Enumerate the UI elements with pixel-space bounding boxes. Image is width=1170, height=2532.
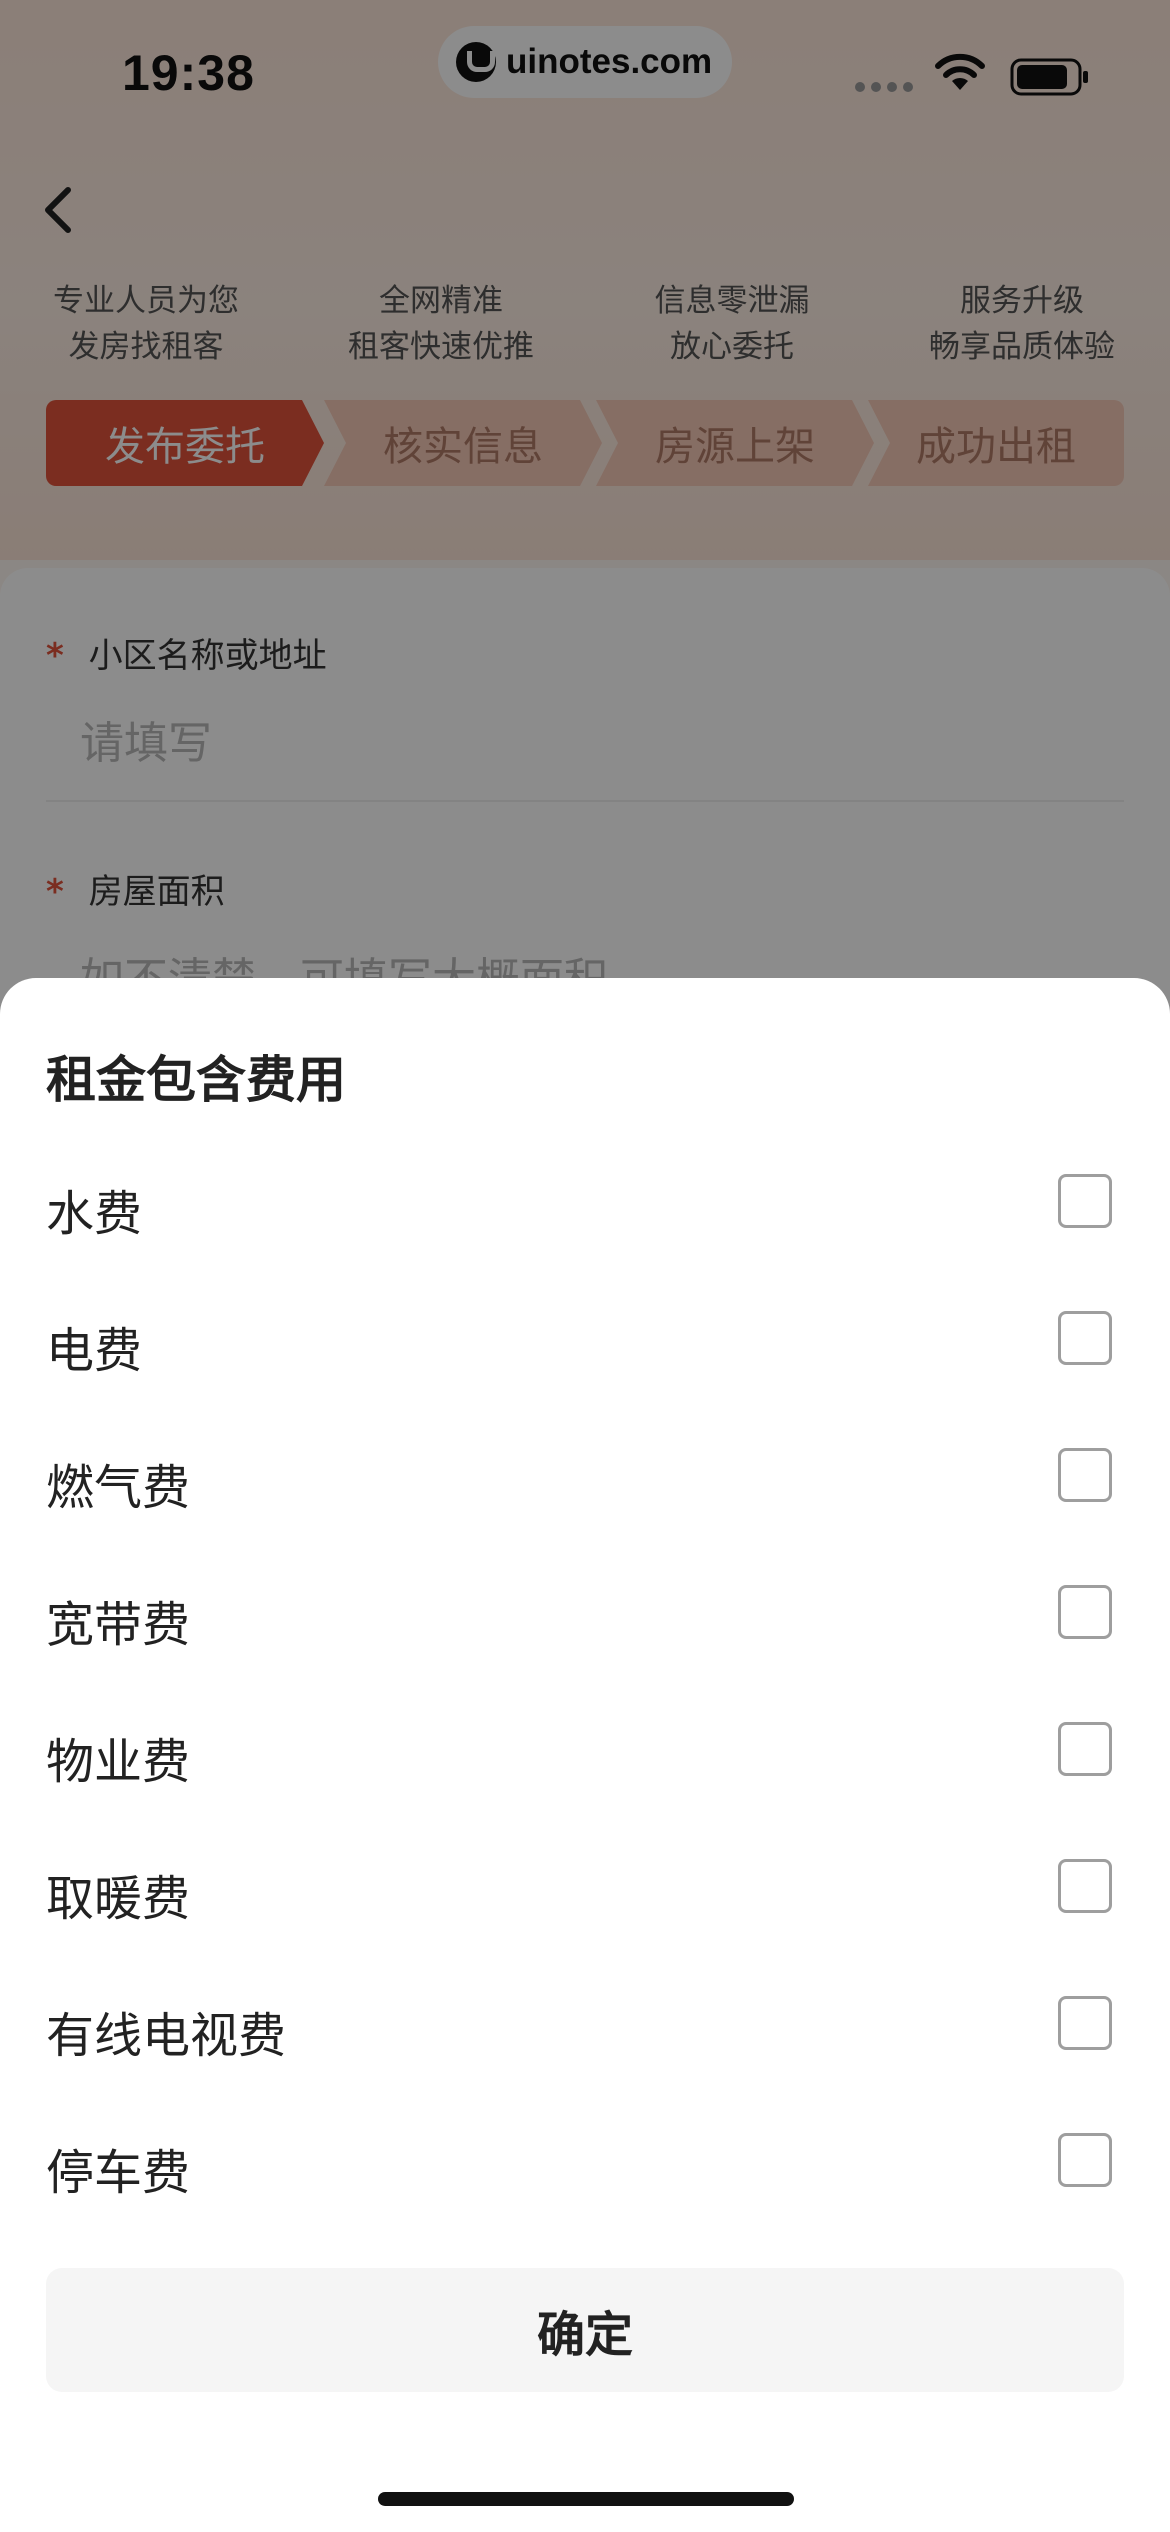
confirm-button[interactable]: 确定 bbox=[46, 2268, 1124, 2392]
option-heating-fee[interactable]: 取暖费 bbox=[0, 1821, 1170, 1958]
option-label: 物业费 bbox=[46, 1734, 191, 1790]
sheet-title: 租金包含费用 bbox=[46, 1051, 346, 1109]
option-gas-fee[interactable]: 燃气费 bbox=[0, 1410, 1170, 1547]
option-label: 停车费 bbox=[46, 2145, 191, 2201]
checkbox[interactable] bbox=[1058, 1174, 1112, 1228]
option-property-fee[interactable]: 物业费 bbox=[0, 1684, 1170, 1821]
option-cable-tv-fee[interactable]: 有线电视费 bbox=[0, 1958, 1170, 2095]
home-indicator[interactable] bbox=[378, 2492, 794, 2506]
option-label: 水费 bbox=[46, 1186, 143, 1242]
checkbox[interactable] bbox=[1058, 2133, 1112, 2187]
option-parking-fee[interactable]: 停车费 bbox=[0, 2095, 1170, 2232]
option-label: 取暖费 bbox=[46, 1871, 191, 1927]
option-water-fee[interactable]: 水费 bbox=[0, 1136, 1170, 1273]
checkbox[interactable] bbox=[1058, 1311, 1112, 1365]
option-label: 燃气费 bbox=[46, 1460, 191, 1516]
option-label: 电费 bbox=[46, 1323, 143, 1379]
option-broadband-fee[interactable]: 宽带费 bbox=[0, 1547, 1170, 1684]
option-label: 有线电视费 bbox=[46, 2008, 287, 2064]
checkbox[interactable] bbox=[1058, 1448, 1112, 1502]
option-label: 宽带费 bbox=[46, 1597, 191, 1653]
checkbox[interactable] bbox=[1058, 1585, 1112, 1639]
checkbox[interactable] bbox=[1058, 1996, 1112, 2050]
fee-bottom-sheet: 租金包含费用 水费 电费 燃气费 宽带费 物业费 取暖费 有线电视费 停车费 确… bbox=[0, 978, 1170, 2532]
option-electricity-fee[interactable]: 电费 bbox=[0, 1273, 1170, 1410]
checkbox[interactable] bbox=[1058, 1722, 1112, 1776]
checkbox[interactable] bbox=[1058, 1859, 1112, 1913]
screen: 19:38 uinotes.com 专业人员为您 发房找租客 全网精准 租客快速优推 bbox=[0, 0, 1170, 2532]
